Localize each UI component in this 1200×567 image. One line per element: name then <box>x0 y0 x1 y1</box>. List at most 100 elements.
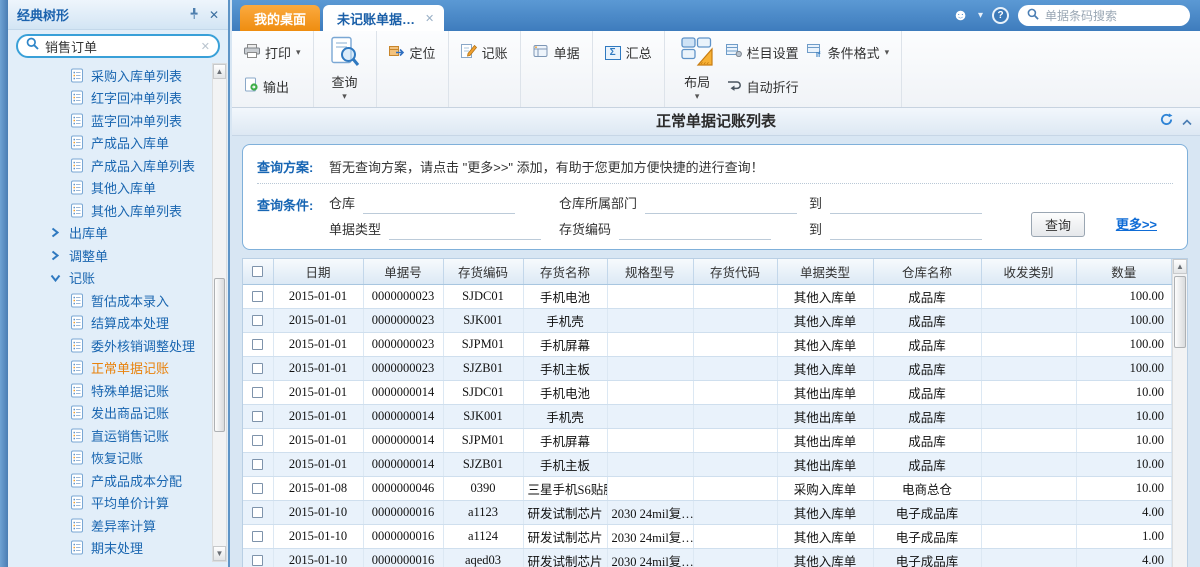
locate-button[interactable]: 定位 <box>385 41 440 64</box>
bookkeep-button[interactable]: 记账 <box>457 41 512 64</box>
sidebar-item-active[interactable]: 正常单据记账 <box>8 357 228 380</box>
row-checkbox[interactable] <box>252 459 263 470</box>
autowrap-button[interactable]: 自动折行 <box>722 75 803 98</box>
column-header[interactable]: 单据类型 <box>777 259 873 284</box>
row-checkbox[interactable] <box>252 387 263 398</box>
table-cell: 0000000016 <box>363 548 443 567</box>
query-panel: 查询方案: 暂无查询方案，请点击 "更多>>" 添加，有助于您更加方便快捷的进行… <box>242 144 1188 250</box>
table-cell: 2030 24mil复… <box>607 524 693 548</box>
sidebar-item-node[interactable]: 其他入库单列表 <box>8 199 228 222</box>
doc-type-input[interactable] <box>389 220 541 240</box>
sidebar-item-node[interactable]: 其他入库单 <box>8 177 228 200</box>
pin-icon[interactable] <box>189 7 199 22</box>
column-header[interactable]: 收发类别 <box>981 259 1076 284</box>
column-header[interactable]: 存货名称 <box>523 259 607 284</box>
column-header[interactable]: 存货编码 <box>443 259 523 284</box>
sidebar-item-node[interactable]: 直运销售记账 <box>8 424 228 447</box>
sidebar-item-node[interactable]: 发出商品记账 <box>8 402 228 425</box>
to-input-2[interactable] <box>830 220 982 240</box>
refresh-icon[interactable] <box>1160 108 1173 136</box>
row-checkbox[interactable] <box>252 315 263 326</box>
sidebar-item-node[interactable]: 暂估成本录入 <box>8 289 228 312</box>
collapse-chevron-icon[interactable] <box>1182 108 1192 136</box>
table-cell: 其他入库单 <box>777 548 873 567</box>
more-link[interactable]: 更多>> <box>1116 214 1157 233</box>
to-input-1[interactable] <box>830 194 982 214</box>
grid-scroll-thumb[interactable] <box>1174 276 1186 348</box>
column-header[interactable]: 仓库名称 <box>873 259 981 284</box>
sidebar-scroll-thumb[interactable] <box>214 278 225 432</box>
warehouse-dept-input[interactable] <box>645 194 797 214</box>
column-header[interactable]: 日期 <box>273 259 363 284</box>
table-cell: 其他入库单 <box>777 308 873 332</box>
barcode-search-input[interactable] <box>1045 9 1181 23</box>
table-cell: SJDC01 <box>443 284 523 308</box>
row-checkbox[interactable] <box>252 555 263 566</box>
help-icon[interactable]: ? <box>992 7 1009 24</box>
tab-close-icon[interactable]: ✕ <box>425 12 434 25</box>
clear-search-icon[interactable]: ✕ <box>201 40 210 53</box>
sidebar-item-node[interactable]: 产成品成本分配 <box>8 469 228 492</box>
scroll-up-icon[interactable]: ▲ <box>213 64 226 79</box>
row-checkbox[interactable] <box>252 507 263 518</box>
column-header[interactable]: 存货代码 <box>693 259 777 284</box>
select-all-checkbox[interactable] <box>252 266 263 277</box>
sidebar-item-node[interactable]: 蓝字回冲单列表 <box>8 109 228 132</box>
summary-button[interactable]: Σ 汇总 <box>601 41 656 64</box>
sidebar-item-node[interactable]: 期末处理 <box>8 537 228 560</box>
barcode-search[interactable] <box>1018 5 1190 26</box>
row-checkbox[interactable] <box>252 291 263 302</box>
select-all-header[interactable] <box>243 259 273 284</box>
scroll-down-icon[interactable]: ▼ <box>213 546 226 561</box>
smiley-icon[interactable]: ☻ <box>952 8 969 24</box>
table-cell: 1.00 <box>1076 524 1172 548</box>
column-header[interactable]: 数量 <box>1076 259 1172 284</box>
sidebar-item-node[interactable]: 结算成本处理 <box>8 312 228 335</box>
row-checkbox[interactable] <box>252 483 263 494</box>
table-cell: 4.00 <box>1076 500 1172 524</box>
table-cell: 2015-01-01 <box>273 380 363 404</box>
tab-my-desktop[interactable]: 我的桌面 <box>240 5 320 31</box>
sidebar-item-node[interactable]: 红字回冲单列表 <box>8 87 228 110</box>
table-cell: 2030 24mil复… <box>607 548 693 567</box>
sidebar-item-node[interactable]: 恢复记账 <box>8 447 228 470</box>
table-cell <box>981 356 1076 380</box>
row-checkbox[interactable] <box>252 363 263 374</box>
row-checkbox[interactable] <box>252 531 263 542</box>
sidebar-item-node[interactable]: 产成品入库单列表 <box>8 154 228 177</box>
column-header[interactable]: 规格型号 <box>607 259 693 284</box>
sidebar-item-node[interactable]: 出库单 <box>8 222 228 245</box>
export-button[interactable]: 输出 <box>240 75 305 98</box>
sidebar-item-node[interactable]: 差异率计算 <box>8 514 228 537</box>
column-header[interactable]: 单据号 <box>363 259 443 284</box>
column-settings-button[interactable]: 栏目设置 <box>722 41 803 64</box>
sidebar-item-node[interactable]: 平均单价计算 <box>8 492 228 515</box>
chevron-down-icon[interactable]: ▾ <box>978 10 983 21</box>
scroll-up-icon[interactable]: ▲ <box>1173 259 1187 274</box>
warehouse-input[interactable] <box>363 194 515 214</box>
query-toolbar-button[interactable]: 查询 ▾ <box>322 35 368 103</box>
document-button[interactable]: 单据 <box>529 41 584 64</box>
inventory-code-input[interactable] <box>619 220 771 240</box>
sidebar-item-node[interactable]: 记账 <box>8 267 228 290</box>
row-checkbox[interactable] <box>252 339 263 350</box>
row-checkbox[interactable] <box>252 435 263 446</box>
sidebar-search[interactable]: ✕ <box>16 34 220 58</box>
sidebar-item-node[interactable]: 委外核销调整处理 <box>8 334 228 357</box>
tab-unbooked-documents[interactable]: 未记账单据… ✕ <box>323 5 444 31</box>
layout-button[interactable]: 布局 ▾ <box>673 35 722 103</box>
row-checkbox[interactable] <box>252 411 263 422</box>
sidebar-item-node[interactable]: 产成品入库单 <box>8 132 228 155</box>
grid-scrollbar[interactable]: ▲ <box>1172 259 1187 567</box>
sidebar-scrollbar[interactable]: ▲ ▼ <box>212 63 227 562</box>
sidebar-close-icon[interactable]: ✕ <box>209 9 219 21</box>
sidebar-search-input[interactable] <box>45 39 195 54</box>
print-button[interactable]: 打印 ▾ <box>240 41 305 64</box>
query-button[interactable]: 查询 <box>1031 212 1085 237</box>
sidebar-item-node[interactable]: 调整单 <box>8 244 228 267</box>
table-cell: 成品库 <box>873 284 981 308</box>
sidebar-item-node[interactable]: 采购入库单列表 <box>8 64 228 87</box>
sigma-icon: Σ <box>605 46 621 60</box>
sidebar-item-node[interactable]: 特殊单据记账 <box>8 379 228 402</box>
conditional-format-button[interactable]: If 条件格式 ▾ <box>803 41 894 64</box>
